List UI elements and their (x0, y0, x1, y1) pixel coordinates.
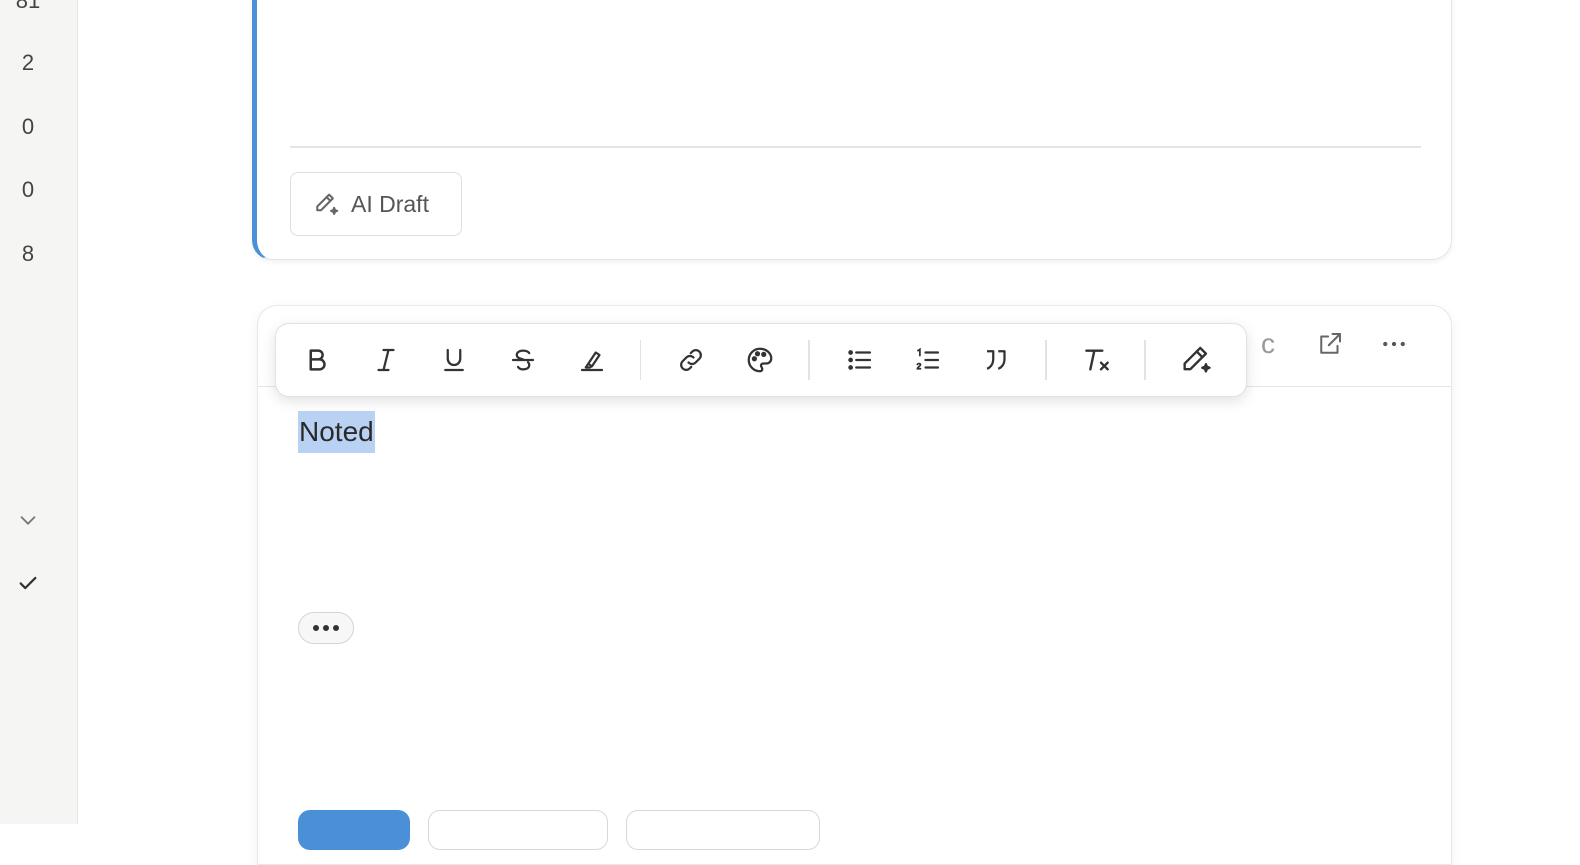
clear-formatting-icon[interactable] (1078, 340, 1116, 380)
send-button[interactable] (298, 810, 410, 850)
count-2: 2 (21, 50, 35, 75)
header-partial-label: c (1261, 328, 1275, 359)
check-icon[interactable] (16, 571, 40, 595)
sidebar: 81 2 0 0 8 (0, 0, 78, 824)
bold-icon[interactable] (298, 340, 336, 380)
format-toolbar (275, 323, 1247, 397)
highlight-icon[interactable] (573, 340, 611, 380)
ai-draft-button[interactable]: AI Draft (290, 172, 462, 236)
ellipsis-dot (323, 625, 329, 631)
popout-icon[interactable] (1315, 329, 1345, 359)
secondary-action-button[interactable] (428, 810, 608, 850)
editor-selected-text[interactable]: Noted (298, 411, 375, 453)
numbered-list-icon[interactable] (909, 340, 947, 380)
strikethrough-icon[interactable] (504, 340, 542, 380)
ellipsis-dot (333, 625, 339, 631)
ellipsis-dot (313, 625, 319, 631)
chevron-down-icon[interactable] (16, 508, 40, 532)
link-icon[interactable] (672, 340, 710, 380)
ai-pencil-icon (316, 193, 339, 215)
italic-icon[interactable] (367, 340, 405, 380)
ai-draft-label: AI Draft (351, 190, 429, 217)
ai-edit-icon[interactable] (1177, 340, 1215, 380)
tertiary-action-button[interactable] (626, 810, 820, 850)
text-color-palette-icon[interactable] (741, 340, 779, 380)
composer-header-actions: c (1261, 328, 1409, 360)
show-quoted-text-button[interactable] (298, 612, 354, 644)
count-4: 0 (21, 177, 35, 202)
bullet-list-icon[interactable] (841, 340, 879, 380)
underline-icon[interactable] (435, 340, 473, 380)
previous-reply-card: AI Draft (252, 0, 1452, 260)
card-divider (290, 146, 1421, 148)
more-horizontal-icon[interactable] (1379, 329, 1409, 359)
count-1: 81 (15, 0, 41, 13)
toolbar-separator (639, 340, 642, 380)
toolbar-separator (1044, 340, 1047, 380)
toolbar-separator (807, 340, 810, 380)
count-5: 8 (21, 241, 35, 266)
quote-icon[interactable] (978, 340, 1016, 380)
count-3: 0 (21, 114, 35, 139)
toolbar-separator (1144, 340, 1147, 380)
